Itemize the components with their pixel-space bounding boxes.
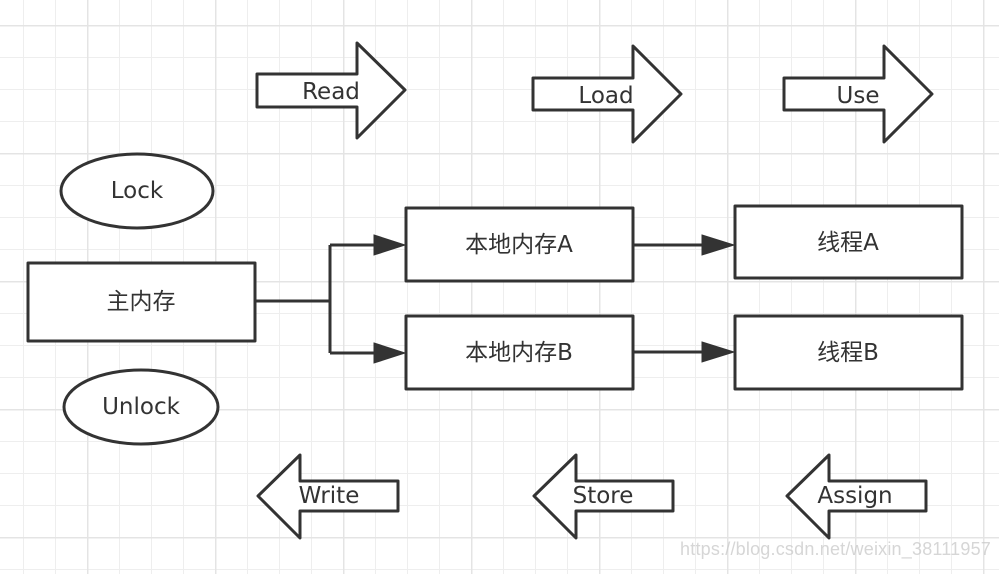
main-memory-node[interactable]: 主内存: [26, 261, 257, 343]
load-arrow-label: Load: [578, 83, 633, 109]
store-arrow[interactable]: Store: [532, 453, 675, 540]
lock-label: Lock: [111, 178, 164, 204]
thread-b-label: 线程B: [817, 340, 879, 366]
arrowhead-local-a: [373, 234, 407, 256]
arrowhead-local-b: [373, 342, 407, 364]
arrowhead-thread-a: [701, 234, 736, 256]
read-arrow[interactable]: Read: [255, 41, 407, 140]
write-arrow-label: Write: [299, 483, 360, 509]
local-memory-b-node[interactable]: 本地内存B: [404, 314, 635, 391]
lock-ellipse[interactable]: Lock: [59, 152, 215, 230]
local-memory-a-node[interactable]: 本地内存A: [404, 206, 635, 283]
store-arrow-label: Store: [573, 483, 634, 509]
diagram-canvas: Read Load Use Lock Unlock 主内存 本地内存A 本地内存…: [26, 41, 964, 540]
unlock-label: Unlock: [102, 394, 181, 420]
thread-a-node[interactable]: 线程A: [733, 204, 964, 280]
assign-arrow-label: Assign: [817, 483, 892, 509]
use-arrow[interactable]: Use: [782, 44, 934, 144]
read-arrow-label: Read: [302, 79, 360, 105]
local-memory-b-label: 本地内存B: [465, 340, 573, 366]
main-memory-label: 主内存: [107, 289, 176, 315]
use-arrow-label: Use: [837, 83, 880, 109]
local-memory-a-label: 本地内存A: [465, 232, 573, 258]
thread-b-node[interactable]: 线程B: [733, 314, 964, 391]
thread-a-label: 线程A: [817, 230, 879, 256]
load-arrow[interactable]: Load: [531, 44, 683, 144]
watermark: https://blog.csdn.net/weixin_38111957: [680, 539, 991, 559]
write-arrow[interactable]: Write: [256, 453, 400, 540]
assign-arrow[interactable]: Assign: [785, 453, 928, 540]
arrowhead-thread-b: [701, 341, 736, 363]
unlock-ellipse[interactable]: Unlock: [62, 368, 220, 446]
